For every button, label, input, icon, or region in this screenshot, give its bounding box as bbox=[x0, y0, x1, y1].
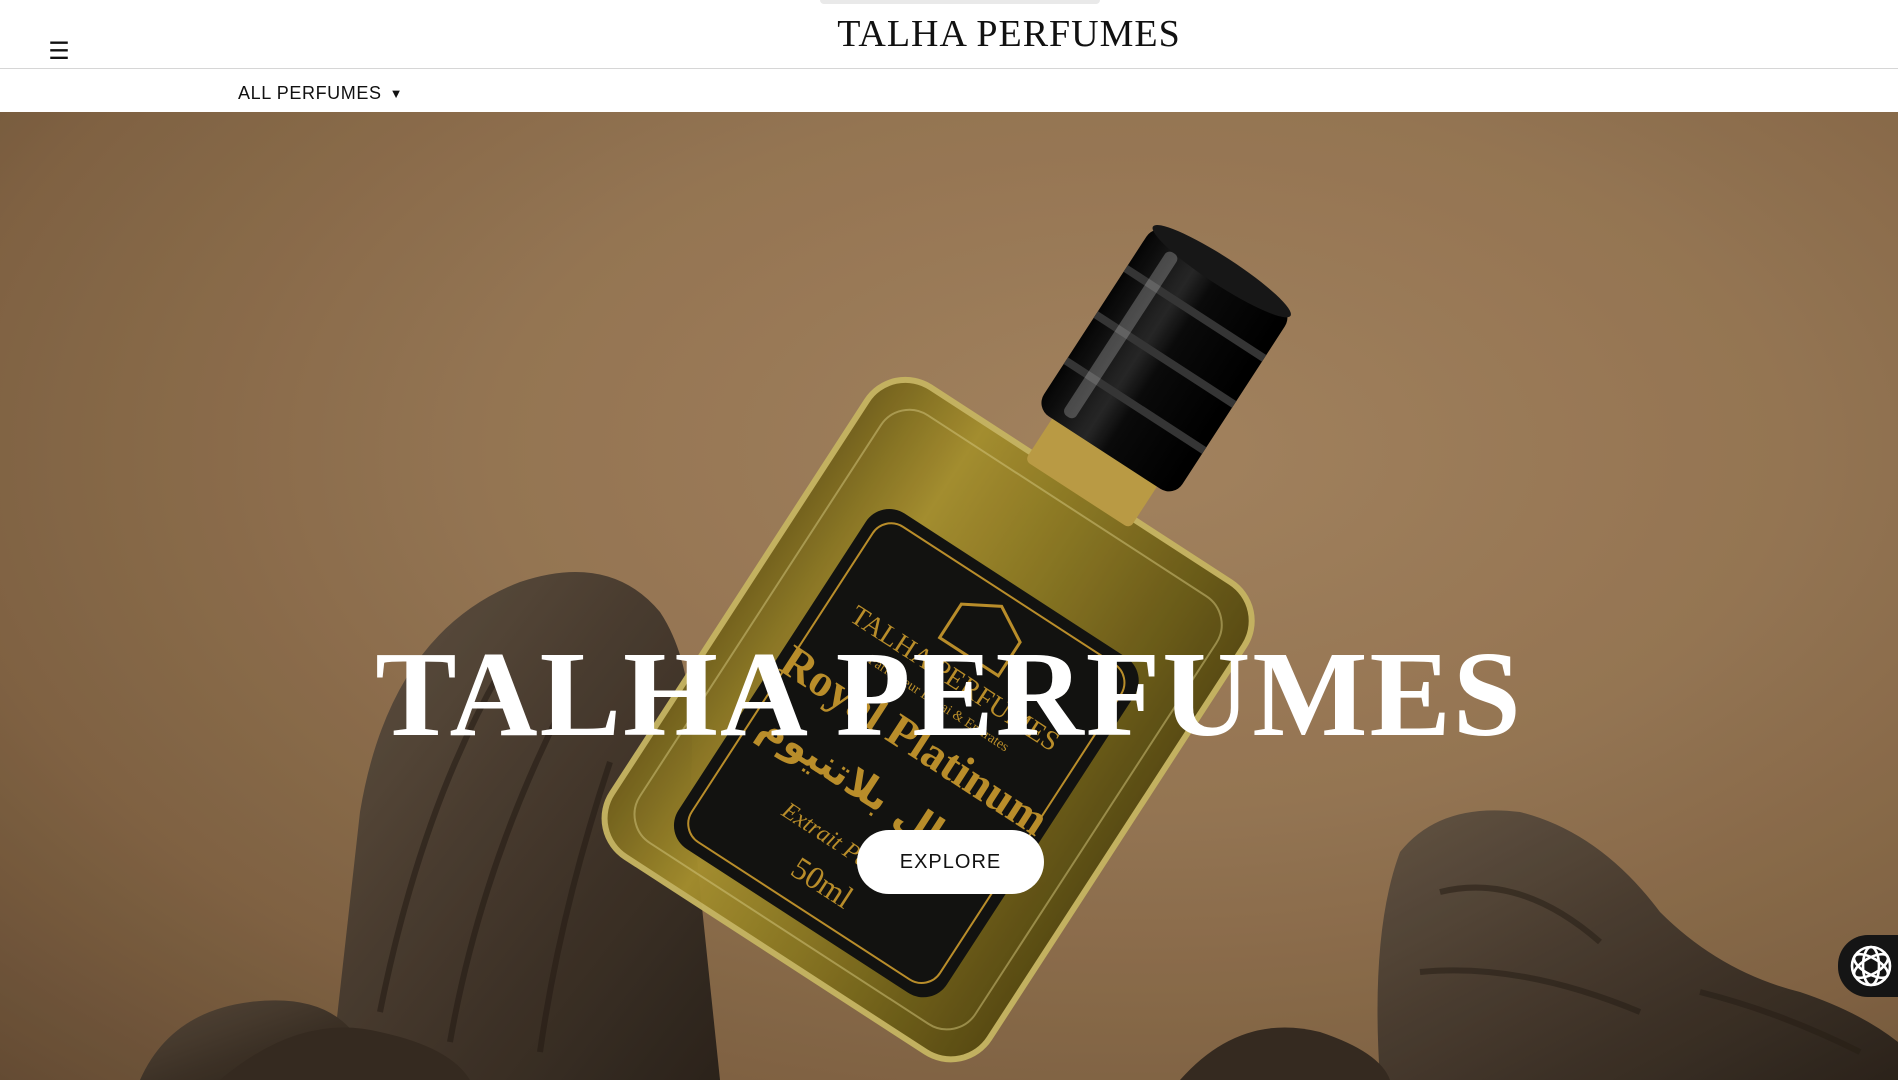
top-indicator bbox=[820, 0, 1100, 4]
chat-widget-button[interactable] bbox=[1838, 935, 1898, 997]
hero-title: TALHA PERFUMES bbox=[375, 627, 1523, 762]
main-nav: ALL PERFUMES ▼ bbox=[0, 69, 1898, 112]
chevron-down-icon: ▼ bbox=[389, 86, 404, 101]
explore-button[interactable]: EXPLORE bbox=[857, 830, 1044, 894]
chat-assistant-icon bbox=[1850, 945, 1892, 987]
hero-banner: TALHA PERFUMES Parfumeur Dubai & Emirate… bbox=[0, 112, 1898, 1080]
site-brand[interactable]: TALHA PERFUMES bbox=[0, 12, 1898, 56]
nav-item-label: ALL PERFUMES bbox=[238, 83, 382, 103]
nav-item-all-perfumes[interactable]: ALL PERFUMES ▼ bbox=[238, 83, 403, 104]
hero-product-image: TALHA PERFUMES Parfumeur Dubai & Emirate… bbox=[0, 112, 1898, 1080]
site-header: ☰ TALHA PERFUMES bbox=[0, 0, 1898, 69]
